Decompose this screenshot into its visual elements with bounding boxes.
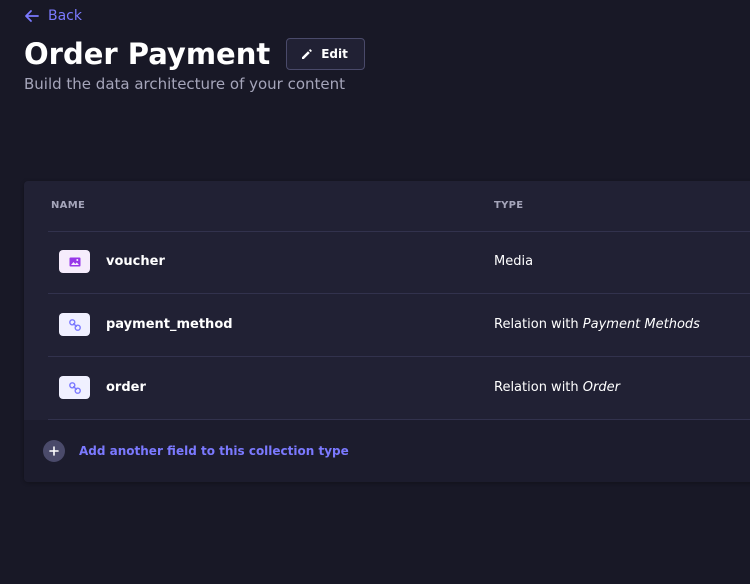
title-row: Order Payment Edit	[24, 36, 365, 72]
page-subtitle: Build the data architecture of your cont…	[24, 75, 346, 93]
field-type: Media	[494, 254, 534, 269]
relation-target: Order	[582, 380, 620, 395]
relation-icon	[59, 313, 90, 336]
field-type: Relation with Order	[494, 380, 620, 395]
table-row-voucher[interactable]: voucher Media	[48, 231, 750, 294]
back-link[interactable]: Back	[24, 6, 82, 26]
back-link-label: Back	[48, 8, 82, 24]
field-name: order	[106, 380, 146, 395]
column-header-type: TYPE	[494, 200, 524, 211]
table-row-order[interactable]: order Relation with Order	[48, 357, 750, 420]
page-title: Order Payment	[24, 37, 271, 71]
field-name: voucher	[106, 254, 165, 269]
edit-button[interactable]: Edit	[286, 38, 365, 70]
fields-table-card: NAME TYPE voucher Media payment_method R…	[24, 181, 750, 482]
pencil-icon	[302, 49, 312, 59]
plus-icon	[43, 440, 65, 462]
table-header: NAME TYPE	[48, 181, 750, 232]
table-footer: Add another field to this collection typ…	[24, 420, 750, 482]
field-name: payment_method	[106, 317, 233, 332]
relation-icon	[59, 376, 90, 399]
field-type: Relation with Payment Methods	[494, 317, 700, 332]
add-field-button[interactable]: Add another field to this collection typ…	[43, 440, 349, 462]
table-row-payment-method[interactable]: payment_method Relation with Payment Met…	[48, 294, 750, 357]
column-header-name: NAME	[51, 200, 86, 211]
arrow-left-icon	[25, 10, 39, 22]
edit-button-label: Edit	[321, 47, 348, 61]
add-field-label: Add another field to this collection typ…	[79, 444, 349, 458]
media-icon	[59, 250, 90, 273]
relation-target: Payment Methods	[582, 317, 700, 332]
content-type-builder-page: Back Order Payment Edit Build the data a…	[0, 0, 750, 584]
